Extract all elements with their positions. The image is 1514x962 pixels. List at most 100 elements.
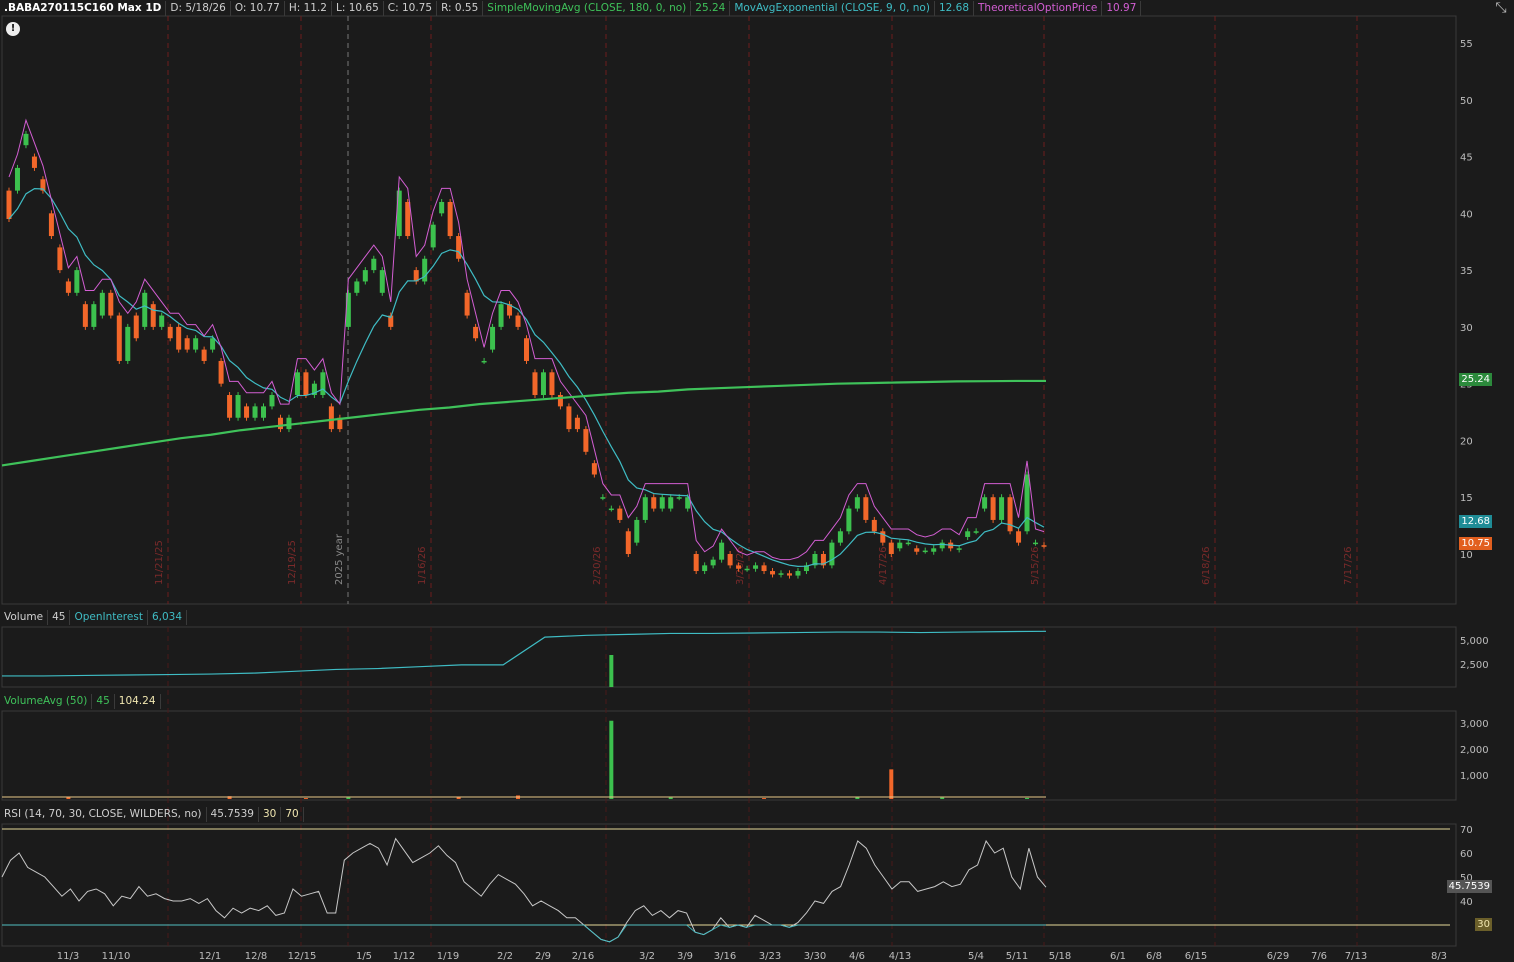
candle-body: [583, 429, 589, 452]
rsi-os-badge: 30: [1475, 918, 1492, 931]
price-panel-frame: [1, 15, 1457, 605]
volume-tick-label: 2,500: [1460, 660, 1489, 671]
price-tick-label: 45: [1460, 153, 1473, 164]
candle-body: [914, 548, 920, 552]
candle-body: [82, 304, 88, 327]
open-interest-line: [2, 630, 1047, 677]
time-tick-label: 2/16: [572, 951, 594, 962]
candle-body: [498, 304, 504, 327]
candle-body: [625, 531, 631, 554]
candle-body: [405, 201, 411, 237]
candle-body: [888, 542, 894, 554]
candle-body: [676, 497, 682, 499]
candle-body: [1041, 545, 1047, 547]
candle-body: [1024, 474, 1030, 532]
candle-body: [14, 167, 20, 191]
time-tick-label: 4/6: [849, 951, 865, 962]
time-tick-label: 3/16: [714, 951, 736, 962]
candle-body: [320, 372, 326, 396]
time-tick-label: 4/13: [889, 951, 911, 962]
candle-body: [184, 338, 190, 350]
candle-body: [1033, 542, 1039, 545]
time-tick-label: 6/29: [1267, 951, 1289, 962]
candle-body: [167, 326, 173, 339]
candle-body: [939, 542, 945, 549]
time-tick-label: 1/5: [356, 951, 372, 962]
rsi-label[interactable]: RSI (14, 70, 30, CLOSE, WILDERS, no): [0, 806, 207, 822]
candle-body: [252, 406, 258, 418]
candle-body: [150, 304, 156, 327]
candle-body: [761, 565, 767, 572]
candle-body: [354, 281, 360, 293]
candle-body: [549, 372, 555, 396]
time-tick-label: 5/11: [1006, 951, 1028, 962]
candle-body: [574, 417, 580, 430]
price-tick-label: 55: [1460, 39, 1473, 50]
time-tick-label: 1/19: [437, 951, 459, 962]
price-axis: 55504540353025201510: [1460, 39, 1473, 561]
candle-body: [142, 292, 148, 327]
marker-label: 11/21/25: [154, 540, 165, 585]
candle-body: [744, 568, 750, 571]
candle-body: [982, 497, 988, 509]
candle-body: [515, 315, 521, 327]
candle-body: [159, 315, 165, 327]
open-interest-label[interactable]: OpenInterest: [70, 609, 148, 625]
time-tick-label: 3/30: [804, 951, 826, 962]
ema-line: [8, 188, 1045, 567]
volavg-tick-label: 2,000: [1460, 745, 1489, 756]
volume-value: 45: [48, 609, 71, 625]
candle-body: [227, 395, 233, 418]
rsi-tick-label: 40: [1460, 897, 1473, 908]
candle-body: [277, 417, 283, 430]
volume-bar: [346, 797, 351, 799]
time-tick-label: 8/3: [1431, 951, 1447, 962]
candle-body: [617, 508, 623, 520]
candle-body: [659, 497, 665, 509]
candle-body: [125, 326, 131, 361]
rsi-badge: 45.7539: [1446, 880, 1492, 893]
candle-body: [829, 542, 835, 566]
marker-label: 4/17/26: [878, 546, 889, 585]
candle-body: [235, 395, 241, 418]
candle-body: [736, 565, 742, 569]
candle-body: [371, 258, 377, 271]
candle-body: [116, 315, 122, 361]
rsi-line: [1, 837, 1047, 943]
close-price-badge: 10.75: [1459, 537, 1492, 550]
candle-body: [999, 497, 1005, 520]
volume-bar: [609, 720, 614, 799]
volavg-label[interactable]: VolumeAvg (50): [0, 693, 93, 709]
time-tick-label: 7/13: [1345, 951, 1367, 962]
ema-price-badge: 12.68: [1459, 515, 1492, 528]
time-tick-label: 1/12: [393, 951, 415, 962]
rsi-panel: 70605040: [1, 825, 1473, 943]
candle-body: [1016, 531, 1022, 543]
time-axis: 11/3 11/10 12/1 12/8 12/15 1/5 1/12 1/19 2/2 2/9 2…: [57, 951, 1447, 962]
candle-body: [905, 542, 911, 545]
candle-body: [871, 519, 877, 532]
marker-label: 1/16/26: [417, 546, 428, 585]
candle-body: [473, 326, 479, 339]
candle-body: [693, 554, 699, 572]
candle-body: [702, 565, 708, 572]
volume-bar: [889, 769, 894, 799]
candle-body: [23, 133, 29, 146]
candle-body: [922, 550, 928, 553]
candle-body: [91, 304, 97, 327]
candle-body: [719, 542, 725, 560]
candle-body: [863, 497, 869, 520]
candle-body: [269, 395, 275, 407]
candle-body: [1007, 497, 1013, 532]
candle-body: [6, 190, 12, 220]
candle-body: [965, 531, 971, 537]
candle-body: [218, 360, 224, 384]
sma-price-badge: 25.24: [1459, 373, 1492, 386]
candle-body: [668, 497, 674, 509]
price-tick-label: 50: [1460, 96, 1473, 107]
volume-label[interactable]: Volume: [0, 609, 49, 625]
candle-body: [447, 201, 453, 237]
volume-panel-frame: [1, 626, 1457, 688]
volavg-tick-label: 3,000: [1460, 719, 1489, 730]
candle-body: [294, 372, 300, 396]
